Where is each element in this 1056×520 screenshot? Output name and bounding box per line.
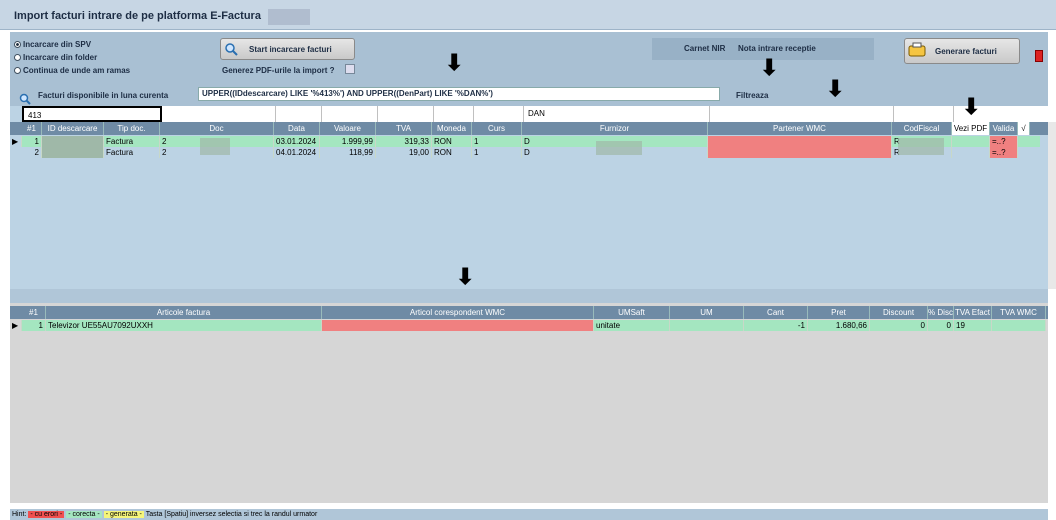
hint-correct: - corecta - [66, 511, 102, 518]
printer-icon [908, 42, 926, 57]
partener-cell[interactable] [708, 147, 892, 158]
filter-button[interactable]: Filtreaza [736, 91, 768, 100]
col-doc[interactable]: Doc [160, 122, 274, 135]
carnet-value[interactable]: Nota intrare receptie [738, 44, 816, 53]
title-redacted [268, 9, 310, 25]
scrollbar[interactable] [1048, 122, 1056, 289]
exit-icon[interactable] [1035, 50, 1043, 62]
col-valida[interactable]: Valida [990, 122, 1018, 135]
annotation-arrow-icon: ⬇ [962, 94, 981, 119]
filter-expression[interactable]: UPPER((IDdescarcare) LIKE '%413%') AND U… [198, 87, 720, 101]
carnet-label: Carnet NIR [684, 44, 726, 53]
col-check[interactable]: √ [1018, 122, 1030, 135]
col-num[interactable]: #1 [22, 122, 42, 135]
radio-folder[interactable]: Incarcare din folder [14, 53, 97, 62]
start-import-button[interactable]: Start incarcare facturi [220, 38, 355, 60]
col-partener[interactable]: Partener WMC [708, 122, 892, 135]
search-icon [225, 43, 238, 56]
row-selector-icon: ▶ [10, 320, 22, 331]
wmc-article-cell[interactable] [322, 320, 594, 331]
redacted-id [42, 136, 104, 147]
annotation-arrow-icon: ⬇ [456, 264, 475, 289]
articles-header-row: #1 Articole factura Articol corespondent… [10, 306, 1048, 319]
filter-cells: 413 DAN [22, 106, 1048, 122]
hint-bar: Hint: - cu erori - - corecta - - generat… [10, 509, 1048, 520]
col-tva[interactable]: TVA [376, 122, 432, 135]
annotation-arrow-icon: ⬇ [826, 76, 845, 101]
col-valoare[interactable]: Valoare [320, 122, 376, 135]
pdf-cell[interactable] [952, 136, 990, 147]
col-tip[interactable]: Tip doc. [104, 122, 160, 135]
invoice-row[interactable]: ▶ 1 Factura 2 03.01.2024 1.999,99 319,33… [10, 136, 1040, 147]
col-pdf[interactable]: Vezi PDF [952, 122, 990, 135]
annotation-arrow-icon: ⬇ [760, 55, 779, 80]
generate-invoices-button[interactable]: Generare facturi [904, 38, 1020, 64]
redacted-furnizor [596, 141, 642, 155]
article-row[interactable]: ▶ 1 Televizor UE55AU7092UXXH unitate -1 … [10, 320, 1046, 331]
col-codfiscal[interactable]: CodFiscal [892, 122, 952, 135]
filter-furnizor-input[interactable]: DAN [524, 106, 710, 122]
row-selector-icon: ▶ [10, 136, 22, 147]
invoice-row[interactable]: 2 Factura 2 04.01.2024 118,99 19,00 RON … [10, 147, 1040, 158]
redacted-doc [200, 138, 230, 155]
annotation-arrow-icon: ⬇ [445, 50, 464, 75]
redacted-id [42, 147, 104, 158]
hint-generated: - generata - [103, 511, 144, 518]
filter-search-icon[interactable] [18, 92, 32, 106]
col-furnizor[interactable]: Furnizor [522, 122, 708, 135]
window-title: Import facturi intrare de pe platforma E… [14, 10, 261, 22]
splitter[interactable] [10, 289, 1048, 303]
radio-continue[interactable]: Continua de unde am ramas [14, 66, 130, 75]
generate-pdf-label: Generez PDF-urile la import ? [222, 66, 335, 75]
filter-title: Facturi disponibile in luna curenta [38, 91, 169, 100]
title-bar: Import facturi intrare de pe platforma E… [0, 0, 1056, 30]
top-panel [10, 32, 1048, 90]
radio-spv[interactable]: Incarcare din SPV [14, 40, 91, 49]
col-data[interactable]: Data [274, 122, 320, 135]
col-id[interactable]: ID descarcare [42, 122, 104, 135]
filter-id-input[interactable]: 413 [22, 106, 162, 122]
articles-grid [10, 303, 1048, 503]
hint-error: - cu erori - [28, 511, 65, 518]
invoice-header-row: #1 ID descarcare Tip doc. Doc Data Valoa… [10, 122, 1048, 135]
col-moneda[interactable]: Moneda [432, 122, 472, 135]
col-curs[interactable]: Curs [472, 122, 522, 135]
partener-cell[interactable] [708, 136, 892, 147]
generate-pdf-checkbox[interactable] [345, 64, 355, 74]
redacted-cod [898, 138, 944, 155]
pdf-cell[interactable] [952, 147, 990, 158]
